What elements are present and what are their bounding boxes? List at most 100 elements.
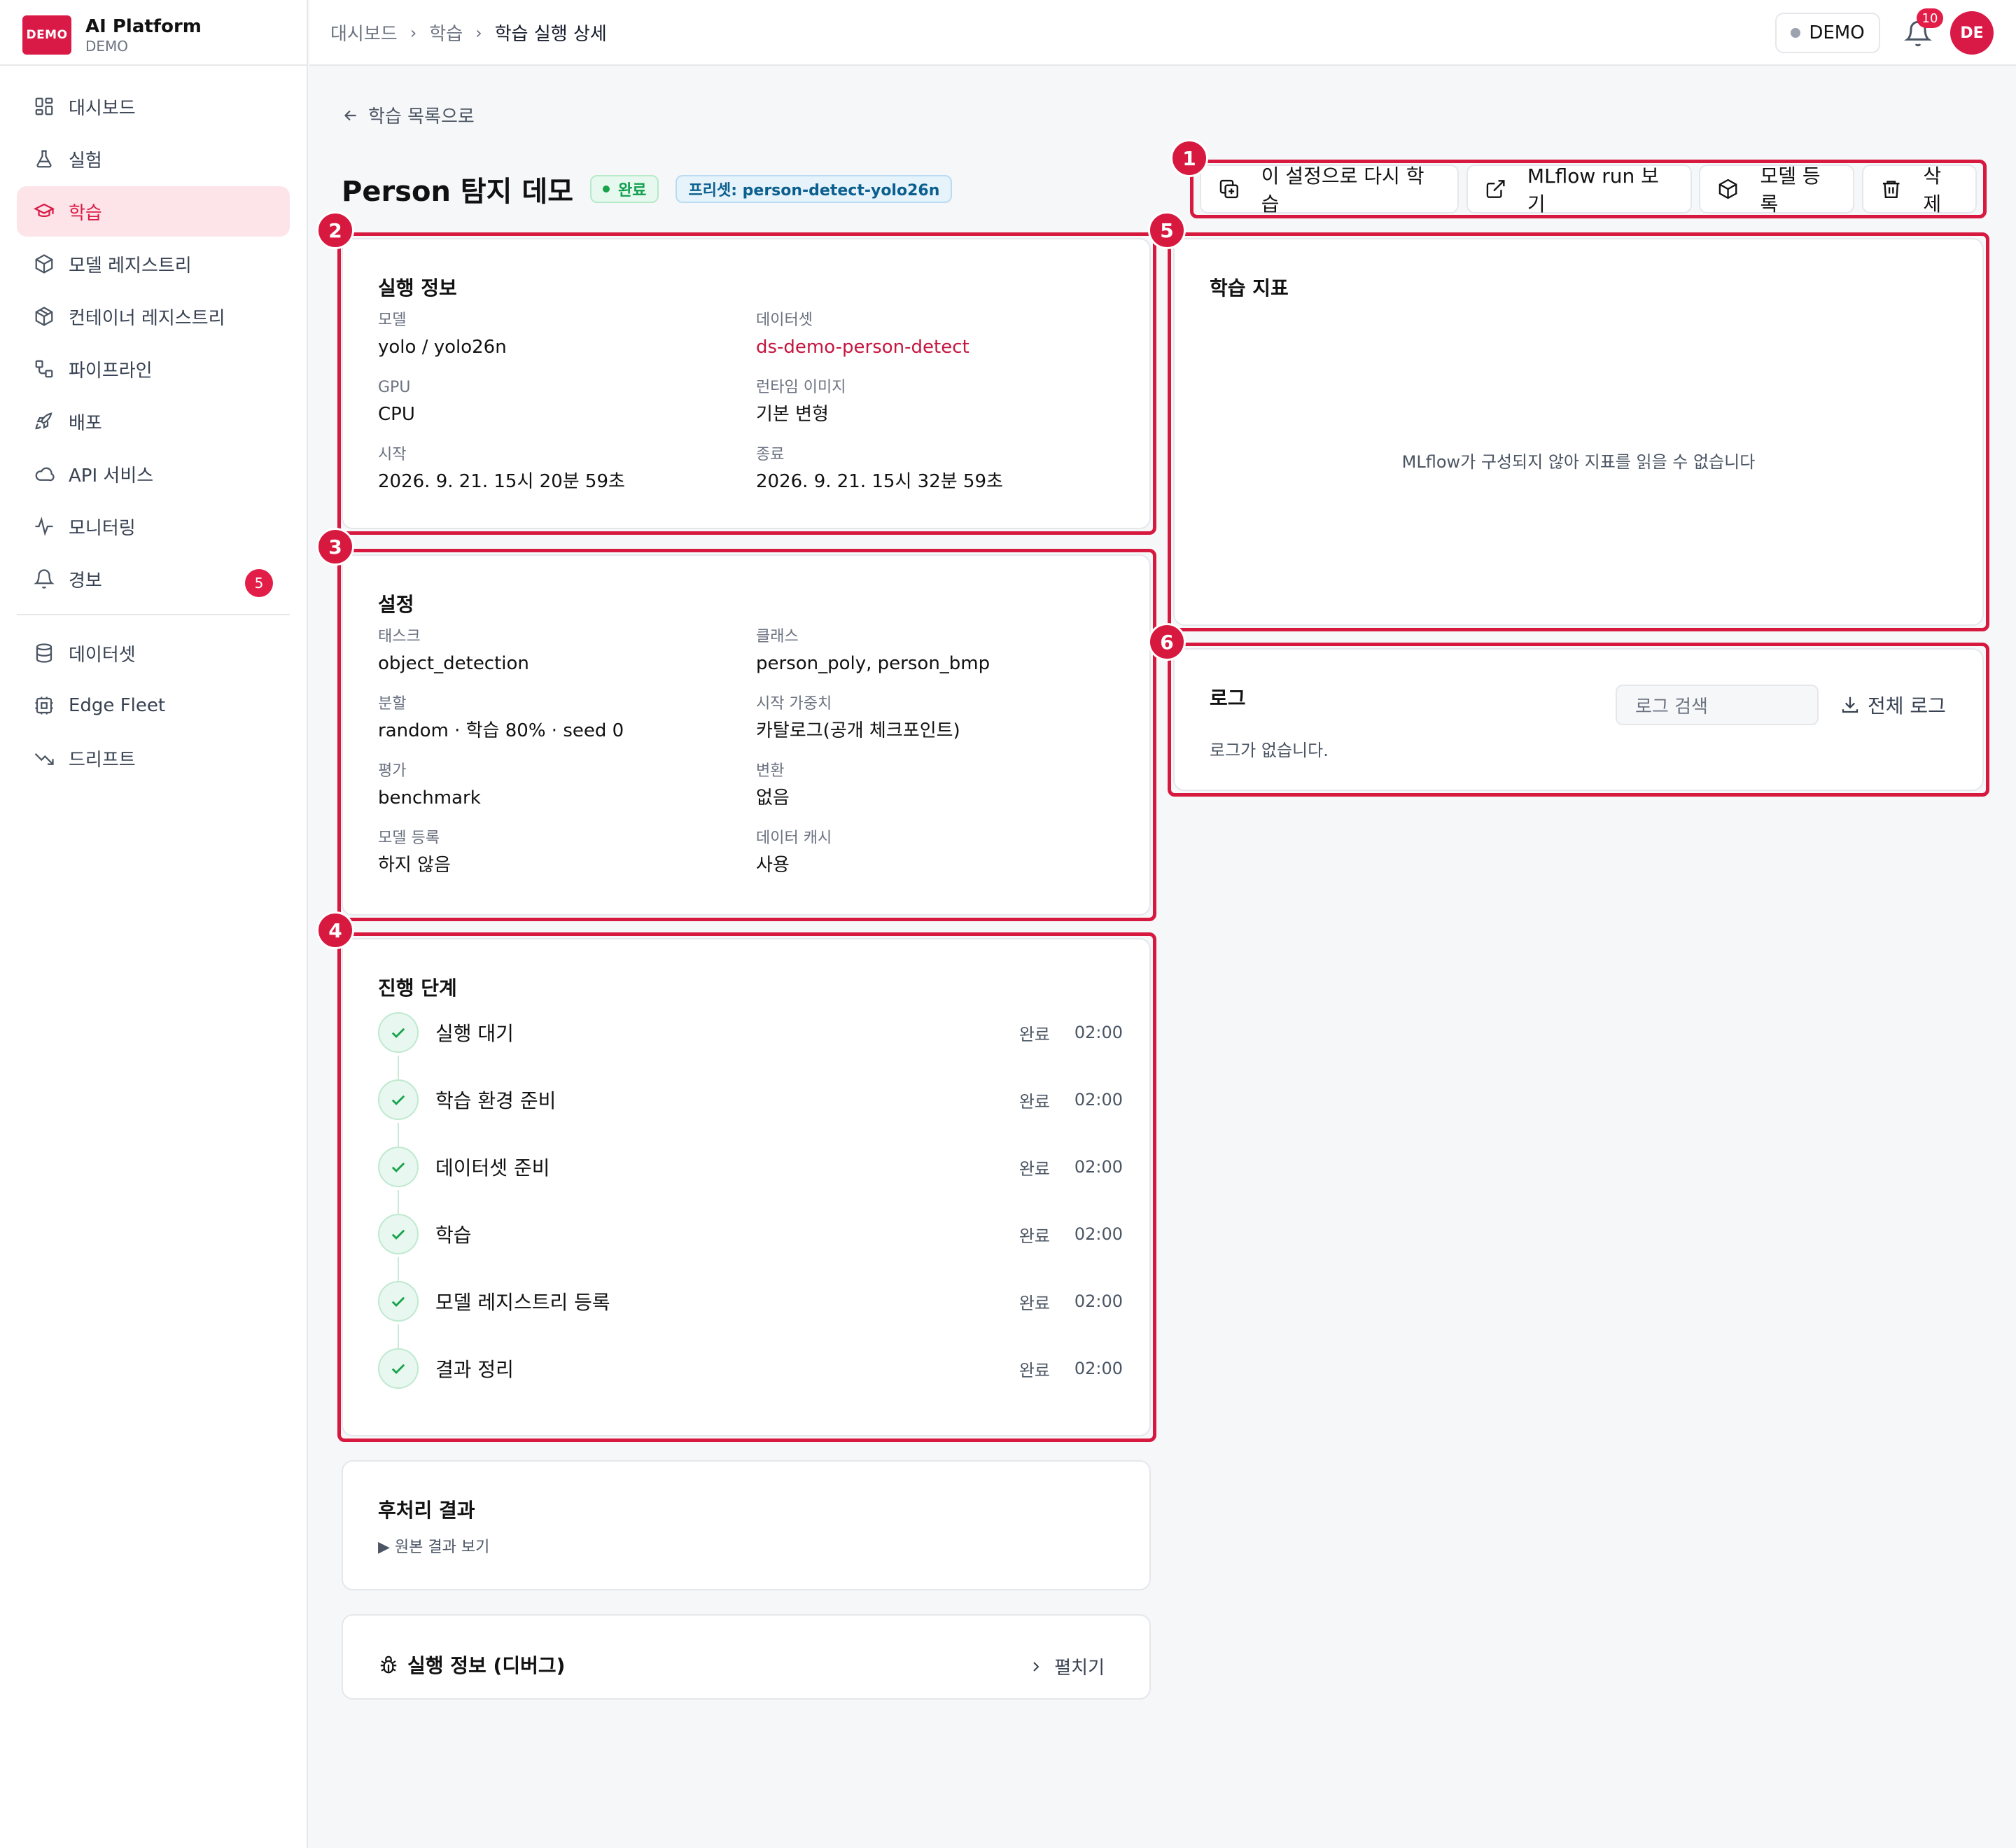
arrow-left-icon (344, 110, 356, 120)
post-processing-title: 후처리 결과 (378, 1499, 475, 1522)
step-connector (398, 1190, 399, 1217)
field-label: 데이터 캐시 (756, 830, 832, 847)
settings-title: 설정 (378, 593, 414, 616)
trend-down-icon (34, 748, 55, 769)
run-info-card: 실행 정보 모델 yolo / yolo26n 데이터셋 ds-demo-per… (342, 238, 1151, 529)
step-status: 완료 (1018, 1293, 1050, 1313)
copy-plus-icon (1219, 179, 1238, 199)
download-logs-label: 전체 로그 (1868, 694, 1946, 718)
sidebar-divider (17, 614, 290, 615)
sidebar-item-dashboard[interactable]: 대시보드 (17, 81, 290, 132)
topbar: 대시보드 › 학습 › 학습 실행 상세 DEMO 10 DE (309, 0, 2016, 66)
preset-badge: 프리셋: person-detect-yolo26n (676, 175, 953, 203)
field-label: 런타임 이미지 (756, 379, 846, 396)
sidebar-item-label: Edge Fleet (69, 695, 166, 716)
annotation-marker-2: 2 (316, 211, 354, 249)
sidebar-item-alerts[interactable]: 경보 5 (17, 554, 290, 604)
sidebar-item-monitoring[interactable]: 모니터링 (17, 501, 290, 552)
log-search-input[interactable]: 로그 검색 (1616, 685, 1819, 725)
steps-title: 진행 단계 (378, 976, 457, 1000)
brand-title: AI Platform (85, 16, 202, 37)
step-connector (398, 1056, 399, 1082)
env-label: DEMO (1809, 22, 1865, 43)
annotation-marker-6: 6 (1148, 623, 1186, 661)
field-label: 분할 (378, 695, 407, 713)
breadcrumb-current: 학습 실행 상세 (494, 24, 607, 45)
field-value: random · 학습 80% · seed 0 (378, 720, 624, 741)
step-item: 학습 환경 준비 완료 02:00 (378, 1079, 1123, 1120)
field-value: 사용 (756, 855, 790, 876)
debug-info-card[interactable]: 실행 정보 (디버그) 펼치기 (342, 1614, 1151, 1700)
field-value: 하지 않음 (378, 855, 451, 876)
expand-label: 펼치기 (1054, 1658, 1105, 1679)
sidebar-item-label: 모델 레지스트리 (69, 255, 192, 276)
chevron-right-icon: › (475, 22, 482, 43)
delete-button[interactable]: 삭제 (1861, 164, 1977, 216)
retrain-button[interactable]: 이 설정으로 다시 학습 (1200, 164, 1459, 216)
sidebar-item-label: 파이프라인 (69, 360, 153, 382)
step-status: 완료 (1018, 1024, 1050, 1044)
register-model-button[interactable]: 모델 등록 (1699, 164, 1855, 216)
breadcrumb-training[interactable]: 학습 (429, 20, 463, 46)
delete-button-label: 삭제 (1923, 164, 1942, 216)
sidebar-item-datasets[interactable]: 데이터셋 (17, 628, 290, 678)
field-value: 기본 변형 (756, 404, 829, 425)
bell-icon (34, 568, 55, 589)
field-model: 모델 yolo / yolo26n (378, 311, 507, 360)
dataset-link[interactable]: ds-demo-person-detect (756, 335, 969, 360)
debug-title-row: 실행 정보 (디버그) (378, 1651, 565, 1679)
back-link-label: 학습 목록으로 (368, 106, 475, 127)
step-connector (398, 1123, 399, 1149)
env-selector[interactable]: DEMO (1775, 13, 1880, 53)
avatar[interactable]: DE (1950, 11, 1994, 55)
alerts-count-badge: 5 (245, 569, 273, 597)
field-value: 카탈로그(공개 체크포인트) (756, 720, 960, 741)
mlflow-run-button[interactable]: MLflow run 보기 (1466, 164, 1692, 216)
sidebar-item-training[interactable]: 학습 (17, 186, 290, 237)
sidebar-item-api-services[interactable]: API 서비스 (17, 449, 290, 499)
action-toolbar: 이 설정으로 다시 학습 MLflow run 보기 모델 등록 삭제 (1193, 162, 1984, 216)
sidebar-item-label: 배포 (69, 412, 102, 434)
back-to-list-link[interactable]: 학습 목록으로 (342, 102, 475, 128)
step-connector (398, 1257, 399, 1284)
sidebar-item-model-registry[interactable]: 모델 레지스트리 (17, 239, 290, 289)
step-status: 완료 (1018, 1091, 1050, 1112)
activity-icon (34, 516, 55, 537)
box-icon (34, 253, 55, 274)
field-label: 종료 (756, 446, 785, 463)
sidebar-item-edge-fleet[interactable]: Edge Fleet (17, 680, 290, 731)
retrain-button-label: 이 설정으로 다시 학습 (1261, 164, 1424, 216)
field-label: 모델 (378, 312, 407, 329)
graduation-cap-icon (34, 201, 55, 222)
mlflow-button-label: MLflow run 보기 (1527, 164, 1659, 216)
brand-text: AI Platform DEMO (85, 15, 202, 55)
sidebar-item-pipelines[interactable]: 파이프라인 (17, 344, 290, 394)
sidebar-item-label: 실험 (69, 150, 102, 172)
debug-title: 실행 정보 (디버그) (407, 1654, 566, 1677)
field-label: GPU (378, 379, 411, 396)
field-split: 분할 random · 학습 80% · seed 0 (378, 694, 624, 743)
env-status-dot (1791, 28, 1801, 38)
logs-title: 로그 (1210, 687, 1246, 710)
logs-card: 로그 로그 검색 전체 로그 로그가 없습니다. (1173, 648, 1984, 791)
step-label: 학습 환경 준비 (435, 1089, 556, 1112)
sidebar-item-experiments[interactable]: 실험 (17, 134, 290, 184)
sidebar-item-container-registry[interactable]: 컨테이너 레지스트리 (17, 291, 290, 342)
raw-results-toggle[interactable]: ▶ 원본 결과 보기 (378, 1534, 489, 1557)
app-root: DEMO AI Platform DEMO 대시보드 실험 학습 모델 레지스트… (0, 0, 2016, 1848)
annotation-marker-5: 5 (1148, 211, 1186, 249)
brand[interactable]: DEMO AI Platform DEMO (22, 15, 202, 55)
flask-icon (34, 148, 55, 169)
expand-button[interactable]: 펼치기 (1028, 1653, 1105, 1679)
download-all-logs-button[interactable]: 전체 로그 (1840, 685, 1946, 725)
sidebar-item-drift[interactable]: 드리프트 (17, 733, 290, 783)
post-processing-card: 후처리 결과 ▶ 원본 결과 보기 (342, 1460, 1151, 1590)
sidebar-item-deploy[interactable]: 배포 (17, 396, 290, 447)
package-icon (34, 306, 55, 327)
field-label: 평가 (378, 762, 407, 780)
field-end: 종료 2026. 9. 21. 15시 32분 59초 (756, 445, 1003, 494)
step-label: 학습 (435, 1224, 472, 1247)
step-item: 데이터셋 준비 완료 02:00 (378, 1147, 1123, 1187)
breadcrumb-dashboard[interactable]: 대시보드 (330, 20, 398, 46)
workflow-icon (34, 358, 55, 379)
